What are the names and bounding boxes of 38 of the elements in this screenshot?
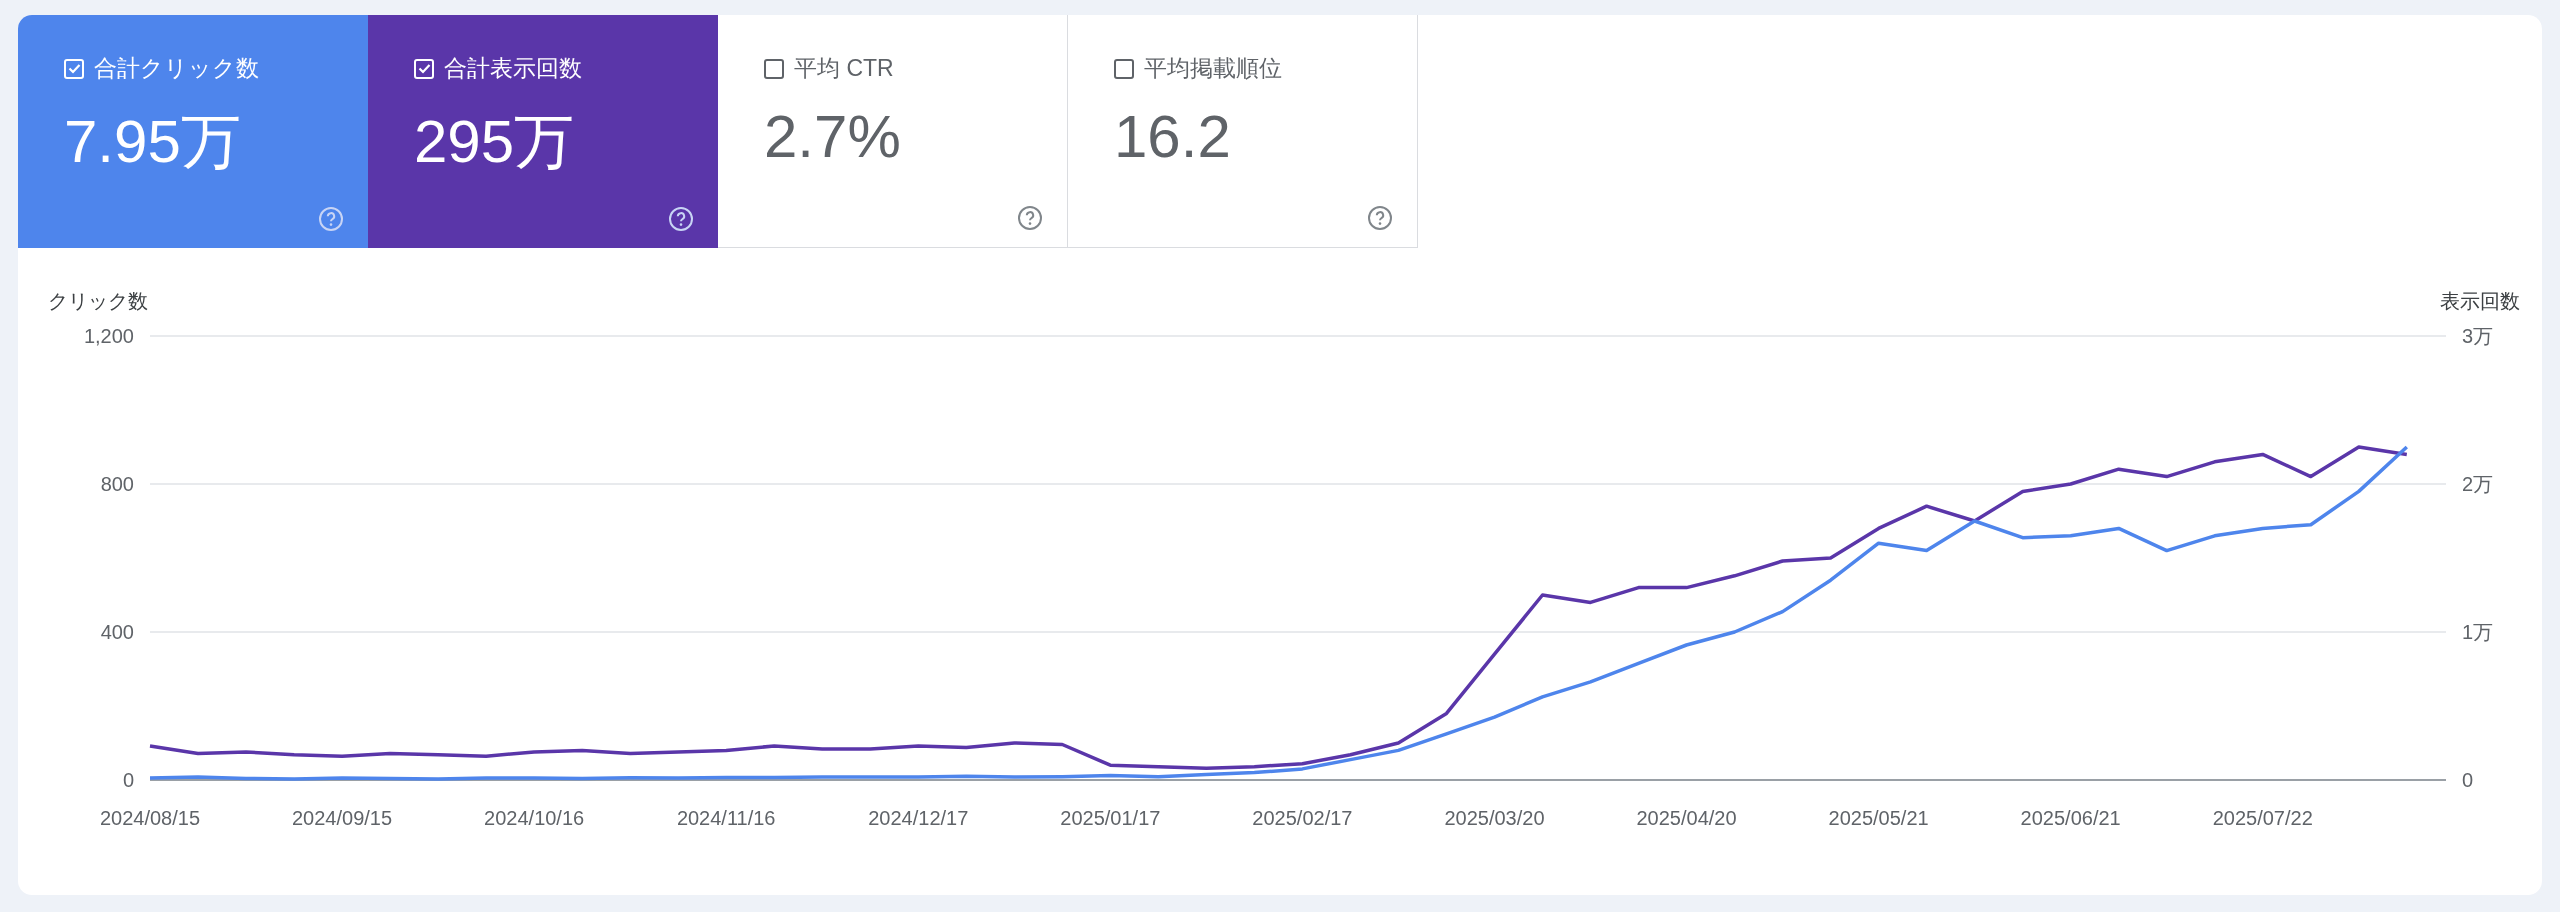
axis-label: 2025/06/21	[2020, 807, 2121, 829]
axis-title: 表示回数	[2440, 290, 2520, 312]
axis-label: 2025/02/17	[1252, 807, 1353, 829]
help-icon[interactable]	[1017, 205, 1043, 231]
metric-label: 合計表示回数	[444, 54, 582, 83]
metric-label: 合計クリック数	[94, 54, 259, 83]
axis-label: 2024/08/15	[99, 807, 201, 829]
axis-label: 2025/07/22	[2212, 807, 2313, 829]
metric-value: 295万	[414, 107, 576, 177]
axis-label: 2025/01/17	[1060, 807, 1161, 829]
metric-value: 2.7%	[764, 102, 902, 171]
axis-label: 1万	[2462, 621, 2494, 643]
axis-label: 400	[100, 621, 134, 643]
checkbox[interactable]	[1114, 58, 1134, 79]
axis-label: 3万	[2462, 325, 2494, 347]
checkbox[interactable]	[764, 58, 784, 79]
axis-title: クリック数	[48, 290, 148, 312]
metric-tile[interactable]: 平均掲載順位 16.2	[1068, 15, 1418, 248]
axis-label: 2025/04/20	[1636, 807, 1737, 829]
check-icon	[417, 62, 431, 75]
help-icon[interactable]	[1367, 205, 1393, 231]
axis-label: 2025/05/21	[1828, 807, 1929, 829]
axis-label: 2024/09/15	[292, 807, 393, 829]
axis-label: 2万	[2462, 473, 2494, 495]
axis-label: 2024/11/16	[676, 807, 776, 829]
metric-label: 平均掲載順位	[1144, 54, 1282, 83]
axis-label: 800	[100, 473, 134, 495]
axis-label: 2024/12/17	[868, 807, 969, 829]
axis-label: 2025/03/20	[1444, 807, 1545, 829]
metric-label: 平均 CTR	[794, 54, 894, 83]
axis-label: 2024/10/16	[484, 807, 585, 829]
axis-label: 1,200	[83, 325, 134, 347]
axis-label: 0	[2462, 769, 2474, 791]
check-icon	[67, 62, 81, 75]
axis-label: 0	[122, 769, 134, 791]
metric-value: 7.95万	[64, 107, 242, 177]
metric-value: 16.2	[1114, 102, 1232, 171]
metric-tile[interactable]: 平均 CTR 2.7%	[718, 15, 1068, 248]
